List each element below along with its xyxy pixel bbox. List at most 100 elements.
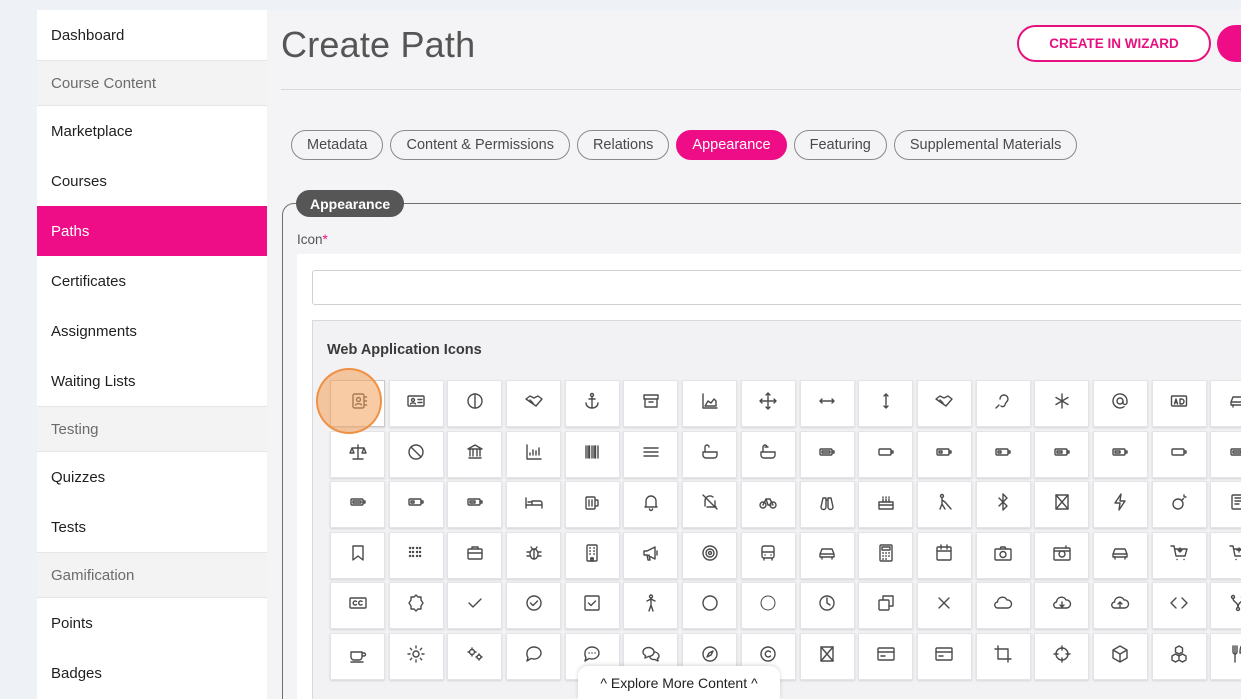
icon-option-code[interactable] xyxy=(1151,582,1207,630)
icon-option-bell-slash[interactable] xyxy=(682,481,738,529)
icon-option-building[interactable] xyxy=(564,531,620,579)
icon-option-bar-chart[interactable] xyxy=(506,430,562,478)
sidebar-item-points[interactable]: Points xyxy=(37,598,267,648)
icon-option-cloud-upload[interactable] xyxy=(1092,582,1148,630)
sidebar-item-badges[interactable]: Badges xyxy=(37,648,267,698)
icon-option-clone[interactable] xyxy=(858,582,914,630)
icon-option-crosshairs[interactable] xyxy=(1034,632,1090,680)
icon-option-cloud[interactable] xyxy=(975,582,1031,630)
icon-option-bug[interactable] xyxy=(506,531,562,579)
icon-option-bluetooth[interactable] xyxy=(975,481,1031,529)
icon-option-book[interactable] xyxy=(1210,481,1241,529)
sidebar-item-assignments[interactable]: Assignments xyxy=(37,306,267,356)
icon-option-comment[interactable] xyxy=(506,632,562,680)
icon-option-braille[interactable] xyxy=(388,531,444,579)
icon-option-close[interactable] xyxy=(916,582,972,630)
icon-search-input[interactable] xyxy=(312,270,1241,305)
icon-option-address-card[interactable] xyxy=(388,380,444,427)
icon-option-battery[interactable] xyxy=(799,430,855,478)
icon-option-handshake[interactable] xyxy=(506,380,562,427)
icon-option-battery-quarter[interactable] xyxy=(975,430,1031,478)
tab-supplemental-materials[interactable]: Supplemental Materials xyxy=(893,130,1078,160)
icon-option-area-chart[interactable] xyxy=(682,380,738,427)
icon-option-balance-scale[interactable] xyxy=(330,430,385,478)
sidebar-item-quizzes[interactable]: Quizzes xyxy=(37,452,267,502)
icon-option-car[interactable] xyxy=(799,531,855,579)
icon-option-cart-arrow-down[interactable] xyxy=(1151,531,1207,579)
icon-option-binoculars[interactable] xyxy=(799,481,855,529)
icon-option-cloud-download[interactable] xyxy=(1034,582,1090,630)
icon-option-hourglass[interactable] xyxy=(799,632,855,680)
icon-option-at[interactable] xyxy=(1092,380,1148,427)
primary-action-button[interactable] xyxy=(1217,25,1241,62)
icon-option-credit-card[interactable] xyxy=(916,632,972,680)
icon-option-check-square[interactable] xyxy=(564,582,620,630)
sidebar-item-courses[interactable]: Courses xyxy=(37,156,267,206)
sidebar-item-paths[interactable]: Paths xyxy=(37,206,267,256)
icon-option-car[interactable] xyxy=(1092,531,1148,579)
icon-option-circle[interactable] xyxy=(682,582,738,630)
icon-option-cubes[interactable] xyxy=(1151,632,1207,680)
icon-option-car[interactable] xyxy=(1210,380,1241,427)
icon-option-bullhorn[interactable] xyxy=(623,531,679,579)
icon-option-hourglass[interactable] xyxy=(1034,481,1090,529)
icon-option-bed[interactable] xyxy=(506,481,562,529)
icon-option-camera[interactable] xyxy=(975,531,1031,579)
icon-option-cc[interactable] xyxy=(330,582,385,630)
icon-option-arrows-h[interactable] xyxy=(799,380,855,427)
icon-option-crop[interactable] xyxy=(975,632,1031,680)
icon-option-bars[interactable] xyxy=(623,430,679,478)
sidebar-item-dashboard[interactable]: Dashboard xyxy=(37,10,267,60)
icon-option-asterisk[interactable] xyxy=(1034,380,1090,427)
sidebar-item-certificates[interactable]: Certificates xyxy=(37,256,267,306)
icon-option-cog[interactable] xyxy=(388,632,444,680)
icon-option-battery[interactable] xyxy=(1210,430,1241,478)
icon-option-battery-quarter[interactable] xyxy=(388,481,444,529)
sidebar-item-tests[interactable]: Tests xyxy=(37,502,267,552)
icon-option-adjust[interactable] xyxy=(447,380,503,427)
icon-option-battery-empty[interactable] xyxy=(1151,430,1207,478)
icon-option-bell[interactable] xyxy=(623,481,679,529)
icon-option-address-book[interactable] xyxy=(330,380,385,427)
icon-option-arrows[interactable] xyxy=(740,380,796,427)
icon-option-handshake[interactable] xyxy=(916,380,972,427)
icon-option-birthday-cake[interactable] xyxy=(858,481,914,529)
icon-option-bullseye[interactable] xyxy=(682,531,738,579)
icon-option-check[interactable] xyxy=(447,582,503,630)
icon-option-cart-plus[interactable] xyxy=(1210,531,1241,579)
icon-option-ad[interactable] xyxy=(1151,380,1207,427)
icon-option-bath[interactable] xyxy=(682,430,738,478)
icon-option-child[interactable] xyxy=(623,582,679,630)
icon-option-bomb[interactable] xyxy=(1151,481,1207,529)
icon-option-calendar[interactable] xyxy=(916,531,972,579)
icon-option-cogs[interactable] xyxy=(447,632,503,680)
icon-option-beer[interactable] xyxy=(564,481,620,529)
icon-option-bookmark[interactable] xyxy=(330,531,385,579)
icon-option-bathtub[interactable] xyxy=(740,430,796,478)
icon-option-battery-half[interactable] xyxy=(1092,430,1148,478)
icon-option-clock[interactable] xyxy=(799,582,855,630)
icon-option-certificate[interactable] xyxy=(388,582,444,630)
icon-option-bus[interactable] xyxy=(740,531,796,579)
icon-option-ban[interactable] xyxy=(388,430,444,478)
sidebar-item-waiting-lists[interactable]: Waiting Lists xyxy=(37,356,267,406)
icon-option-barcode[interactable] xyxy=(564,430,620,478)
icon-option-battery-quarter[interactable] xyxy=(916,430,972,478)
icon-option-anchor[interactable] xyxy=(564,380,620,427)
icon-option-assistive-listening[interactable] xyxy=(975,380,1031,427)
icon-option-arrows-v[interactable] xyxy=(858,380,914,427)
icon-option-circle-thin[interactable] xyxy=(740,582,796,630)
icon-option-battery-empty[interactable] xyxy=(858,430,914,478)
tab-metadata[interactable]: Metadata xyxy=(291,130,384,160)
icon-option-battery-half[interactable] xyxy=(447,481,503,529)
tab-content-permissions[interactable]: Content & Permissions xyxy=(390,130,570,160)
icon-option-archive[interactable] xyxy=(623,380,679,427)
icon-option-cube[interactable] xyxy=(1092,632,1148,680)
icon-option-code-fork[interactable] xyxy=(1210,582,1241,630)
icon-option-bolt[interactable] xyxy=(1092,481,1148,529)
icon-option-camera-retro[interactable] xyxy=(1034,531,1090,579)
sidebar-item-marketplace[interactable]: Marketplace xyxy=(37,106,267,156)
icon-option-battery-half[interactable] xyxy=(1034,430,1090,478)
icon-option-cutlery[interactable] xyxy=(1210,632,1241,680)
icon-option-bicycle[interactable] xyxy=(740,481,796,529)
